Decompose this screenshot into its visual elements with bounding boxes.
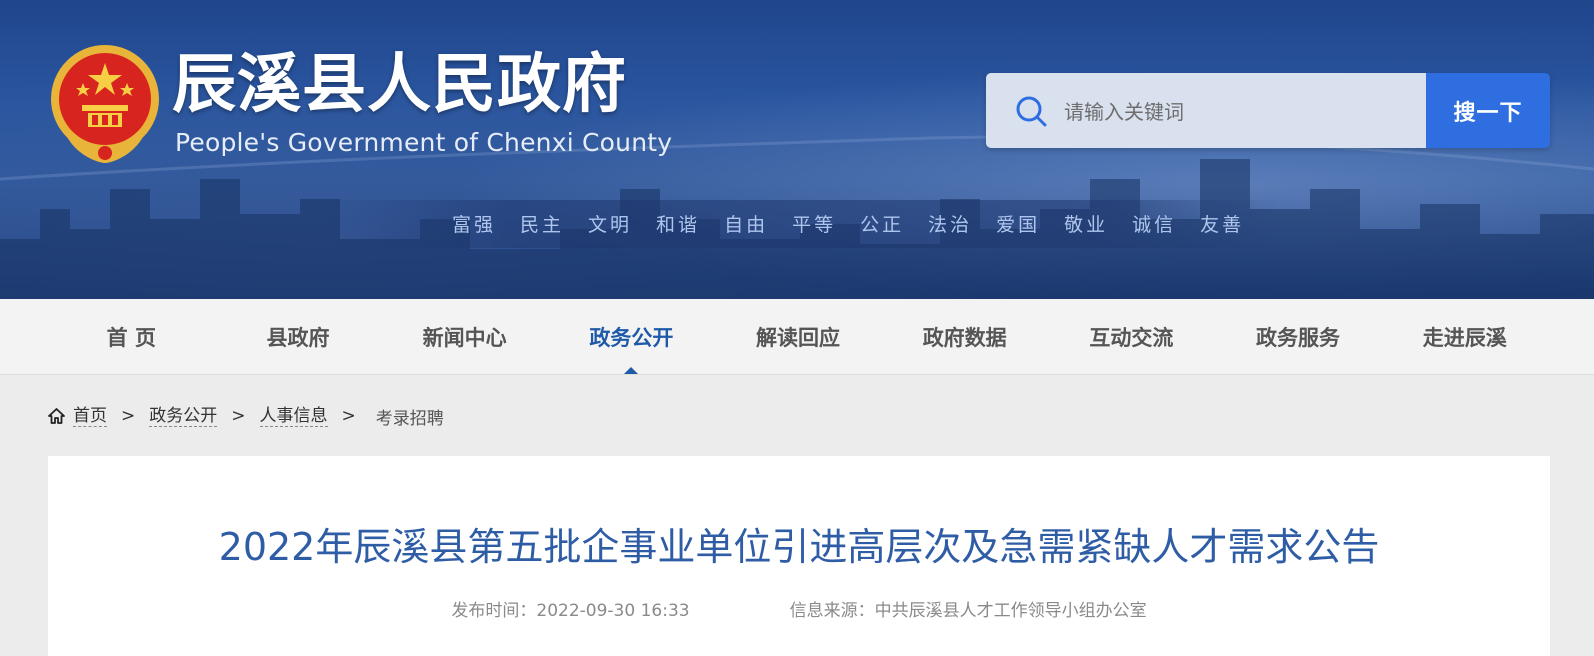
breadcrumb-separator: > bbox=[121, 406, 136, 426]
nav-item-interaction[interactable]: 互动交流 bbox=[1048, 299, 1215, 374]
breadcrumb-link-government-affairs[interactable]: 政务公开 bbox=[149, 406, 218, 427]
slogan-item: 敬业 bbox=[1064, 214, 1109, 236]
search-bar: 搜一下 bbox=[986, 73, 1550, 148]
breadcrumb: 首页 > 政务公开 > 人事信息 > 考录招聘 bbox=[48, 404, 444, 429]
slogan-item: 和谐 bbox=[656, 214, 701, 236]
publish-time-label: 发布时间： bbox=[451, 601, 537, 621]
publish-time-value: 2022-09-30 16:33 bbox=[536, 601, 690, 621]
search-icon bbox=[1016, 96, 1047, 127]
slogan-item: 公正 bbox=[860, 214, 905, 236]
info-source-label: 信息来源： bbox=[789, 601, 875, 621]
info-source: 信息来源：中共辰溪县人才工作领导小组办公室 bbox=[790, 596, 1147, 621]
nav-item-about-chenxi[interactable]: 走进辰溪 bbox=[1381, 299, 1548, 374]
slogan-item: 自由 bbox=[724, 214, 769, 236]
nav-item-home[interactable]: 首 页 bbox=[48, 299, 215, 374]
national-emblem-icon bbox=[51, 45, 159, 163]
site-subtitle: People's Government of Chenxi County bbox=[175, 128, 673, 157]
nav-item-news-center[interactable]: 新闻中心 bbox=[381, 299, 548, 374]
slogan-item: 法治 bbox=[928, 214, 973, 236]
slogan-item: 民主 bbox=[520, 214, 565, 236]
nav-item-interpretation-response[interactable]: 解读回应 bbox=[715, 299, 882, 374]
breadcrumb-separator: > bbox=[341, 406, 356, 426]
search-field-wrapper bbox=[986, 73, 1426, 148]
site-title: 辰溪县人民政府 bbox=[172, 48, 627, 122]
breadcrumb-current: 考录招聘 bbox=[375, 408, 444, 429]
nav-item-government-affairs-disclosure[interactable]: 政务公开 bbox=[548, 299, 715, 374]
breadcrumb-link-personnel-info[interactable]: 人事信息 bbox=[259, 406, 328, 427]
breadcrumb-link-home[interactable]: 首页 bbox=[73, 406, 107, 427]
slogan-item: 爱国 bbox=[996, 214, 1041, 236]
article-card: 2022年辰溪县第五批企事业单位引进高层次及急需紧缺人才需求公告 发布时间：20… bbox=[48, 456, 1550, 656]
search-input[interactable] bbox=[1062, 73, 1416, 148]
nav-item-county-government[interactable]: 县政府 bbox=[215, 299, 382, 374]
breadcrumb-separator: > bbox=[231, 406, 246, 426]
slogan-item: 友善 bbox=[1200, 214, 1245, 236]
slogan-item: 富强 bbox=[452, 214, 497, 236]
main-navigation: 首 页 县政府 新闻中心 政务公开 解读回应 政府数据 互动交流 政务服务 走进… bbox=[0, 299, 1594, 375]
article-title: 2022年辰溪县第五批企事业单位引进高层次及急需紧缺人才需求公告 bbox=[218, 525, 1380, 569]
slogan-item: 平等 bbox=[792, 214, 837, 236]
publish-time: 发布时间：2022-09-30 16:33 bbox=[451, 596, 689, 621]
search-button[interactable]: 搜一下 bbox=[1426, 73, 1550, 148]
home-icon bbox=[48, 408, 65, 424]
nav-item-government-data[interactable]: 政府数据 bbox=[881, 299, 1048, 374]
nav-item-government-services[interactable]: 政务服务 bbox=[1215, 299, 1382, 374]
header-banner: 富强 民主 文明 和谐 自由 平等 公正 法治 爱国 敬业 诚信 友善 辰溪县人… bbox=[0, 0, 1594, 299]
info-source-value: 中共辰溪县人才工作领导小组办公室 bbox=[874, 601, 1147, 621]
article-meta: 发布时间：2022-09-30 16:33 信息来源：中共辰溪县人才工作领导小组… bbox=[48, 596, 1550, 621]
core-values-slogans: 富强 民主 文明 和谐 自由 平等 公正 法治 爱国 敬业 诚信 友善 bbox=[452, 210, 1244, 240]
slogan-item: 诚信 bbox=[1132, 214, 1177, 236]
slogan-item: 文明 bbox=[588, 214, 633, 236]
